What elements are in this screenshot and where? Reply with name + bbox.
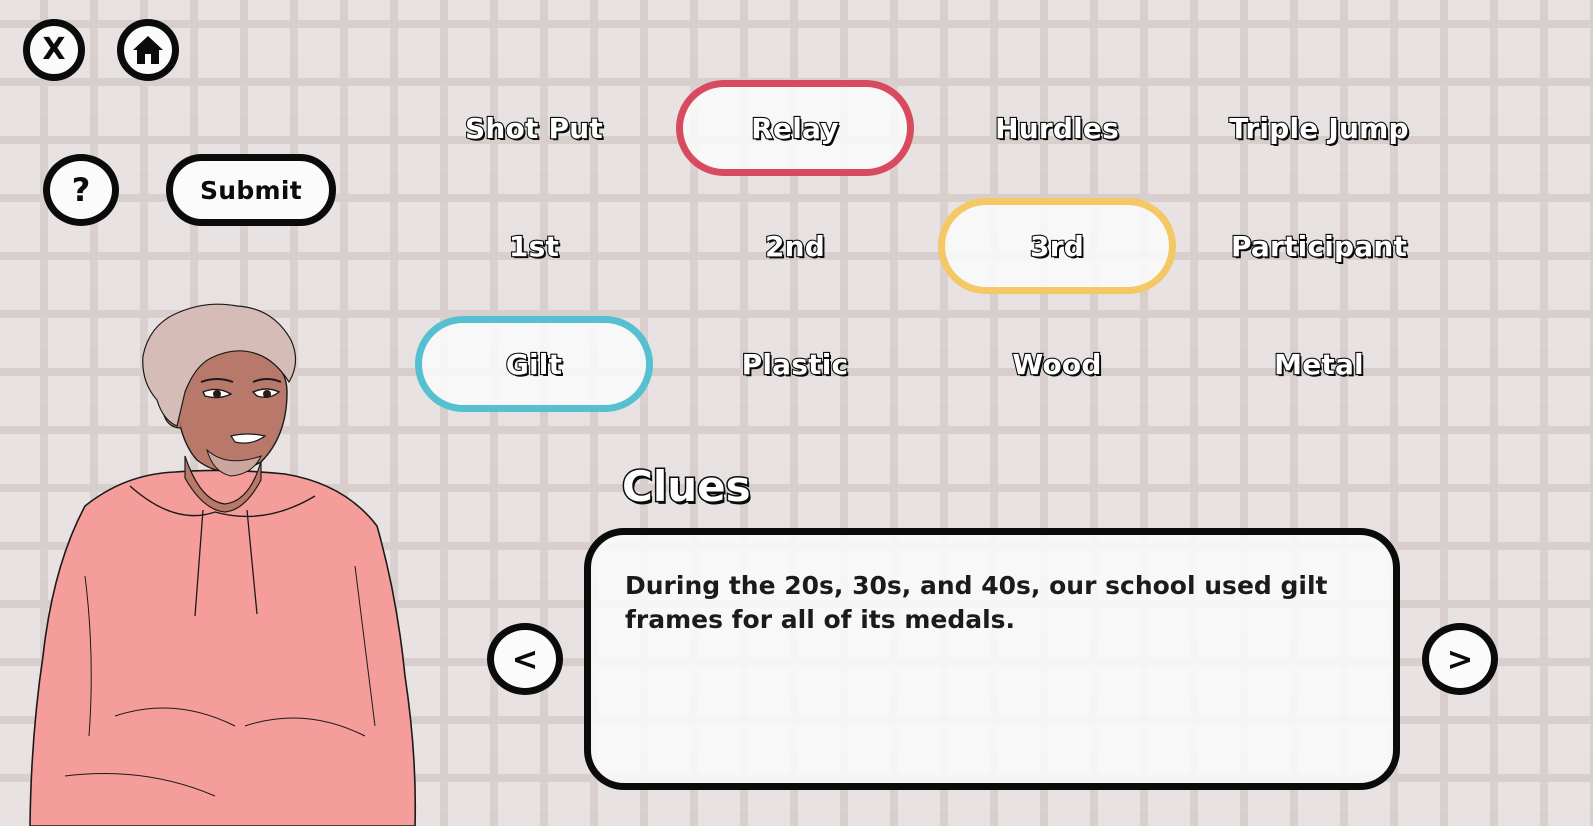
submit-button[interactable]: Submit xyxy=(166,154,336,226)
help-button[interactable]: ? xyxy=(43,154,119,226)
close-button[interactable]: X xyxy=(23,19,85,81)
option-participant[interactable]: Participant xyxy=(1200,198,1438,294)
next-clue-button[interactable]: > xyxy=(1422,623,1498,695)
option-shot-put[interactable]: Shot Put xyxy=(415,80,653,176)
option-metal[interactable]: Metal xyxy=(1200,316,1438,412)
option-plastic[interactable]: Plastic xyxy=(676,316,914,412)
option-triple-jump[interactable]: Triple Jump xyxy=(1200,80,1438,176)
option-1st[interactable]: 1st xyxy=(415,198,653,294)
close-icon: X xyxy=(42,32,66,67)
character-portrait xyxy=(29,303,417,826)
chevron-left-icon: < xyxy=(511,640,539,678)
help-icon: ? xyxy=(71,171,91,209)
clues-title: Clues xyxy=(621,461,753,513)
previous-clue-button[interactable]: < xyxy=(487,623,563,695)
option-gilt[interactable]: Gilt xyxy=(415,316,653,412)
home-icon xyxy=(133,36,163,64)
option-3rd[interactable]: 3rd xyxy=(938,198,1176,294)
home-button[interactable] xyxy=(117,19,179,81)
character-head xyxy=(142,303,297,477)
character-body xyxy=(29,455,417,826)
option-relay[interactable]: Relay xyxy=(676,80,914,176)
chevron-right-icon: > xyxy=(1446,640,1474,678)
option-hurdles[interactable]: Hurdles xyxy=(938,80,1176,176)
option-2nd[interactable]: 2nd xyxy=(676,198,914,294)
option-wood[interactable]: Wood xyxy=(938,316,1176,412)
clue-text: During the 20s, 30s, and 40s, our school… xyxy=(625,571,1328,634)
clue-panel: During the 20s, 30s, and 40s, our school… xyxy=(584,528,1400,790)
